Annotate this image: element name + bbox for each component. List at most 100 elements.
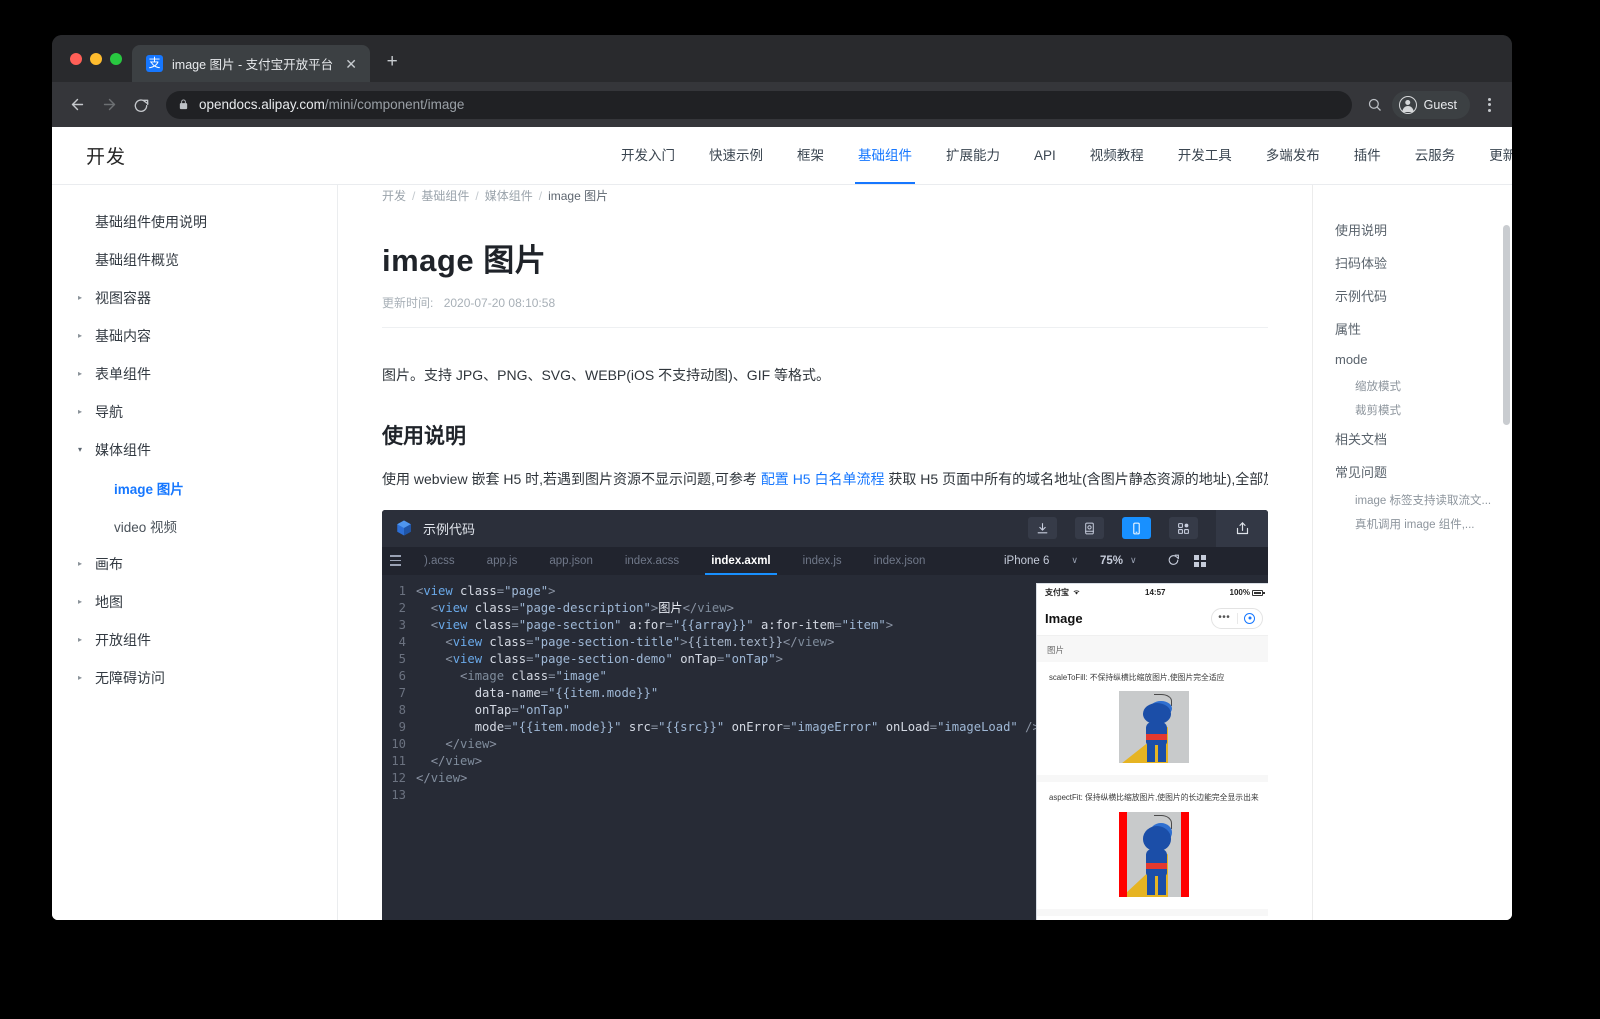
sidebar-item-5[interactable]: ▸导航 — [52, 393, 337, 431]
top-nav-item-6[interactable]: 视频教程 — [1073, 127, 1161, 184]
toc-item-10[interactable]: 真机调用 image 组件,... — [1313, 512, 1512, 536]
more-icon[interactable]: ••• — [1212, 613, 1237, 623]
scrollbar-thumb[interactable] — [1503, 225, 1510, 425]
sidebar-item-4[interactable]: ▸表单组件 — [52, 355, 337, 393]
toc-item-7[interactable]: 相关文档 — [1313, 422, 1512, 455]
demo-card-2[interactable]: aspectFill: 保持纵横比缩放图片,只保证图片的短边能完全显示出来 — [1037, 916, 1268, 920]
sidebar-item-7[interactable]: image 图片 — [52, 469, 337, 507]
h5-whitelist-link[interactable]: 配置 H5 白名单流程 — [761, 471, 885, 487]
toc-item-3[interactable]: 属性 — [1313, 312, 1512, 345]
minimize-window-button[interactable] — [90, 53, 102, 65]
browser-toolbar: opendocs.alipay.com/mini/component/image… — [52, 82, 1512, 127]
device-select-label[interactable]: iPhone 6 — [1004, 555, 1049, 567]
sidebar-item-3[interactable]: ▸基础内容 — [52, 317, 337, 355]
toc-item-8[interactable]: 常见问题 — [1313, 455, 1512, 488]
chevron-right-icon[interactable]: ▸ — [78, 408, 88, 416]
menu-icon[interactable] — [382, 547, 408, 575]
chevron-right-icon[interactable]: ▸ — [78, 598, 88, 606]
page-scrollbar[interactable] — [1503, 185, 1510, 920]
close-window-button[interactable] — [70, 53, 82, 65]
breadcrumb-item-3[interactable]: image 图片 — [548, 189, 608, 203]
top-nav-item-9[interactable]: 插件 — [1337, 127, 1398, 184]
demo-image[interactable] — [1119, 812, 1189, 897]
toc-item-0[interactable]: 使用说明 — [1313, 213, 1512, 246]
chevron-right-icon[interactable]: ▸ — [78, 370, 88, 378]
top-nav-item-3[interactable]: 基础组件 — [841, 127, 929, 184]
browser-tab[interactable]: image 图片 - 支付宝开放平台 ✕ — [132, 45, 370, 82]
chevron-right-icon[interactable]: ▸ — [78, 636, 88, 644]
close-icon[interactable]: ✕ — [342, 55, 360, 73]
toc-item-6[interactable]: 裁剪模式 — [1313, 398, 1512, 422]
sidebar-item-1[interactable]: 基础组件概览 — [52, 241, 337, 279]
back-button[interactable] — [62, 90, 92, 120]
sidebar-item-12[interactable]: ▸无障碍访问 — [52, 659, 337, 697]
toc-item-4[interactable]: mode — [1313, 345, 1512, 374]
qrcode-icon[interactable] — [1169, 517, 1198, 539]
chevron-down-icon[interactable]: ∨ — [1071, 555, 1078, 566]
toc-item-5[interactable]: 缩放模式 — [1313, 374, 1512, 398]
top-nav-item-4[interactable]: 扩展能力 — [929, 127, 1017, 184]
toc-item-1[interactable]: 扫码体验 — [1313, 246, 1512, 279]
top-nav-item-7[interactable]: 开发工具 — [1161, 127, 1249, 184]
file-tab-1[interactable]: app.js — [471, 547, 534, 575]
sidebar-item-label: 画布 — [95, 554, 123, 574]
download-icon[interactable] — [1028, 517, 1057, 539]
layout-grid-icon[interactable] — [1194, 555, 1206, 567]
forward-button[interactable] — [94, 90, 124, 120]
top-nav-item-11[interactable]: 更新日志 — [1472, 127, 1512, 184]
sidebar-item-9[interactable]: ▸ 画布 — [52, 545, 337, 583]
code-editor[interactable]: 1<view class="page">2 <view class="page-… — [382, 575, 1036, 920]
chevron-right-icon[interactable]: ▸ — [78, 674, 88, 682]
qrcode-scan-icon[interactable] — [1075, 517, 1104, 539]
sidebar-item-8[interactable]: video 视频 — [52, 507, 337, 545]
top-nav-item-8[interactable]: 多端发布 — [1249, 127, 1337, 184]
mini-app-capsule[interactable]: ••• — [1211, 608, 1263, 629]
sidebar-item-0[interactable]: 基础组件使用说明 — [52, 203, 337, 241]
chrome-menu-icon[interactable] — [1476, 90, 1502, 120]
toc-item-9[interactable]: image 标签支持读取流文... — [1313, 488, 1512, 512]
file-tab-3[interactable]: index.acss — [609, 547, 695, 575]
sidebar-item-10[interactable]: ▸地图 — [52, 583, 337, 621]
sidebar-item-6[interactable]: ▾媒体组件 — [52, 431, 337, 469]
chevron-right-icon[interactable]: ▸ — [78, 560, 88, 568]
lock-icon — [178, 98, 189, 111]
chevron-right-icon[interactable]: ▸ — [78, 332, 88, 340]
file-tab-4[interactable]: index.axml — [695, 547, 786, 575]
search-icon[interactable] — [1362, 92, 1388, 118]
mobile-preview-icon[interactable] — [1122, 517, 1151, 539]
site-logo[interactable]: 开发 — [52, 142, 338, 169]
top-nav-item-5[interactable]: API — [1017, 127, 1073, 184]
demo-card-0[interactable]: scaleToFill: 不保持纵横比缩放图片,使图片完全适应 — [1037, 662, 1268, 776]
top-nav-item-1[interactable]: 快速示例 — [692, 127, 780, 184]
code-line: 2 <view class="page-description">图片</vie… — [382, 600, 1036, 617]
top-nav-item-0[interactable]: 开发入门 — [604, 127, 692, 184]
zoom-level[interactable]: 75% — [1100, 555, 1123, 567]
breadcrumb-item-2[interactable]: 媒体组件 — [485, 189, 533, 203]
code-line: 9 mode="{{item.mode}}" src="{{src}}" onE… — [382, 719, 1036, 736]
sidebar-item-2[interactable]: ▸视图容器 — [52, 279, 337, 317]
top-nav-item-10[interactable]: 云服务 — [1398, 127, 1473, 184]
breadcrumb-item-0[interactable]: 开发 — [382, 189, 406, 203]
reload-button[interactable] — [126, 90, 156, 120]
file-tab-2[interactable]: app.json — [533, 547, 608, 575]
chevron-right-icon[interactable]: ▸ — [78, 294, 88, 302]
refresh-icon[interactable] — [1167, 553, 1180, 569]
demo-image[interactable] — [1119, 691, 1189, 763]
target-icon[interactable] — [1238, 613, 1263, 624]
share-icon[interactable] — [1216, 510, 1268, 547]
file-tab-0[interactable]: ).acss — [408, 547, 471, 575]
address-bar[interactable]: opendocs.alipay.com/mini/component/image — [166, 91, 1352, 119]
chevron-down-icon-zoom[interactable]: ∨ — [1130, 555, 1137, 566]
top-nav-item-2[interactable]: 框架 — [780, 127, 841, 184]
toc-item-2[interactable]: 示例代码 — [1313, 279, 1512, 312]
profile-button[interactable]: Guest — [1392, 91, 1470, 119]
breadcrumb-item-1[interactable]: 基础组件 — [421, 189, 469, 203]
chevron-down-icon[interactable]: ▾ — [78, 446, 88, 454]
file-tab-6[interactable]: index.json — [858, 547, 942, 575]
demo-card-1[interactable]: aspectFit: 保持纵横比缩放图片,使图片的长边能完全显示出来 — [1037, 782, 1268, 909]
maximize-window-button[interactable] — [110, 53, 122, 65]
file-tab-5[interactable]: index.js — [787, 547, 858, 575]
phone-content[interactable]: 图片 scaleToFill: 不保持纵横比缩放图片,使图片完全适应aspect… — [1037, 636, 1268, 920]
new-tab-button[interactable]: + — [378, 49, 406, 77]
sidebar-item-11[interactable]: ▸开放组件 — [52, 621, 337, 659]
